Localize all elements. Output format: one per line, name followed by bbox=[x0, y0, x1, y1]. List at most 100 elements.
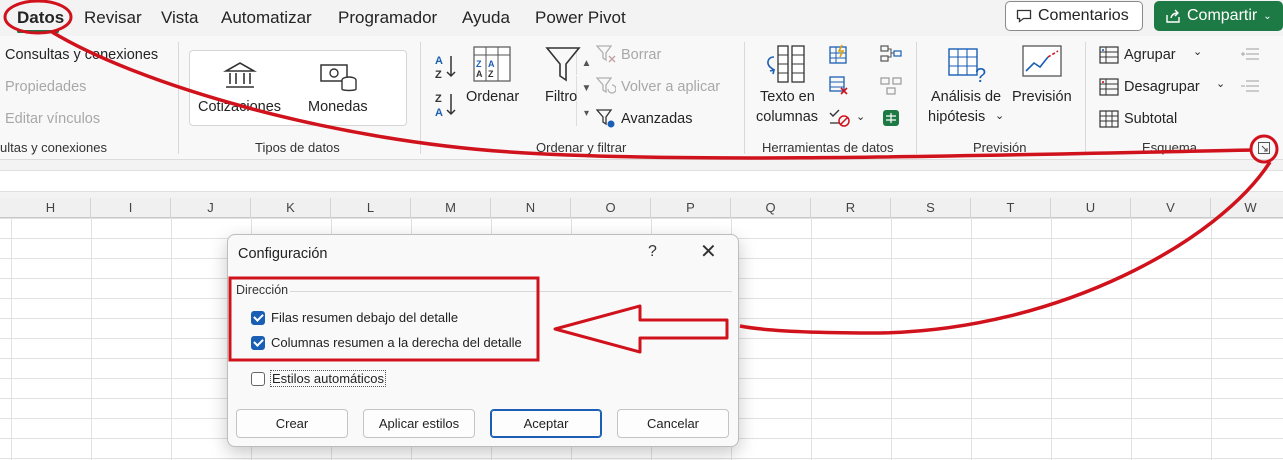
properties-button[interactable]: Propiedades bbox=[5, 79, 86, 95]
column-header[interactable]: W bbox=[1211, 198, 1283, 218]
share-button[interactable]: Compartir ⌄ bbox=[1154, 1, 1283, 31]
column-header[interactable]: R bbox=[811, 198, 891, 218]
reapply-icon bbox=[596, 77, 616, 94]
relationships-icon[interactable] bbox=[880, 77, 902, 95]
column-header[interactable]: S bbox=[891, 198, 971, 218]
comments-button[interactable]: Comentarios bbox=[1005, 1, 1143, 31]
svg-text:?: ? bbox=[975, 65, 986, 84]
show-detail-icon[interactable] bbox=[1240, 47, 1260, 61]
direction-section-label: Dirección bbox=[236, 283, 289, 297]
tab-vista[interactable]: Vista bbox=[161, 8, 199, 28]
what-if-line1[interactable]: Análisis de bbox=[931, 89, 1001, 105]
column-header[interactable]: P bbox=[651, 198, 731, 218]
svg-text:A: A bbox=[476, 69, 483, 79]
remove-duplicates-icon[interactable] bbox=[829, 76, 849, 96]
data-model-icon[interactable] bbox=[880, 108, 902, 128]
tab-power-pivot[interactable]: Power Pivot bbox=[535, 8, 626, 28]
close-icon[interactable]: ✕ bbox=[700, 242, 717, 262]
column-header[interactable]: N bbox=[491, 198, 571, 218]
gallery-more-icon[interactable]: ▾ bbox=[576, 101, 596, 126]
what-if-analysis-icon: ? bbox=[948, 48, 986, 84]
sort-a-z-icon[interactable]: A Z bbox=[434, 53, 458, 81]
column-header[interactable]: M bbox=[411, 198, 491, 218]
clear-button[interactable]: Borrar bbox=[621, 47, 661, 63]
group-separator bbox=[744, 42, 745, 154]
checkbox-checked-icon[interactable] bbox=[251, 310, 265, 325]
group-label-forecast: Previsión bbox=[973, 140, 1027, 155]
forecast-button[interactable]: Previsión bbox=[1012, 89, 1072, 105]
group-icon bbox=[1099, 46, 1119, 64]
data-validation-icon[interactable] bbox=[829, 108, 851, 128]
group-label-queries: ultas y conexiones bbox=[0, 140, 107, 155]
column-header[interactable]: Q bbox=[731, 198, 811, 218]
outline-dialog-launcher-icon[interactable] bbox=[1258, 142, 1270, 154]
checkbox-label: Filas resumen debajo del detalle bbox=[271, 310, 459, 325]
summary-rows-below-checkbox[interactable]: Filas resumen debajo del detalle bbox=[251, 310, 458, 325]
summary-columns-right-checkbox[interactable]: Columnas resumen a la derecha del detall… bbox=[251, 335, 522, 350]
sort-button[interactable]: Ordenar bbox=[466, 89, 519, 105]
filter-icon bbox=[545, 47, 581, 82]
apply-styles-button[interactable]: Aplicar estilos bbox=[363, 409, 475, 438]
automatic-styles-checkbox[interactable]: Estilos automáticos bbox=[251, 370, 386, 387]
sort-z-a-icon[interactable]: Z A bbox=[434, 91, 458, 119]
checkbox-checked-icon[interactable] bbox=[251, 335, 265, 350]
flash-fill-icon[interactable] bbox=[829, 44, 849, 64]
hide-detail-icon[interactable] bbox=[1240, 79, 1260, 93]
group-separator bbox=[916, 42, 917, 154]
chevron-down-icon[interactable]: ⌄ bbox=[995, 109, 1004, 122]
column-header[interactable]: L bbox=[331, 198, 411, 218]
stocks-button[interactable]: Cotizaciones bbox=[198, 99, 281, 115]
group-separator bbox=[420, 42, 421, 154]
column-header[interactable]: O bbox=[571, 198, 651, 218]
column-header[interactable]: K bbox=[251, 198, 331, 218]
subtotal-icon bbox=[1099, 110, 1119, 128]
chevron-down-icon[interactable]: ⌄ bbox=[1193, 45, 1202, 58]
column-header[interactable]: J bbox=[171, 198, 251, 218]
what-if-line2[interactable]: hipótesis bbox=[928, 109, 985, 125]
filter-button[interactable]: Filtro bbox=[545, 89, 577, 105]
tab-datos[interactable]: Datos bbox=[17, 8, 64, 28]
sort-dialog-icon: Z A A Z bbox=[473, 46, 511, 82]
create-button[interactable]: Crear bbox=[236, 409, 348, 438]
cancel-button[interactable]: Cancelar bbox=[617, 409, 729, 438]
active-tab-indicator bbox=[17, 30, 59, 33]
column-header[interactable]: U bbox=[1051, 198, 1131, 218]
tab-automatizar[interactable]: Automatizar bbox=[221, 8, 312, 28]
currencies-button[interactable]: Monedas bbox=[308, 99, 368, 115]
checkbox-label: Columnas resumen a la derecha del detall… bbox=[271, 335, 522, 350]
edit-links-button[interactable]: Editar vínculos bbox=[5, 111, 100, 127]
group-separator bbox=[178, 42, 179, 154]
subtotal-button[interactable]: Subtotal bbox=[1124, 111, 1177, 127]
column-header[interactable]: V bbox=[1131, 198, 1211, 218]
advanced-button[interactable]: Avanzadas bbox=[621, 111, 692, 127]
reapply-button[interactable]: Volver a aplicar bbox=[621, 79, 720, 95]
svg-text:A: A bbox=[435, 107, 443, 119]
chevron-down-icon: ⌄ bbox=[1263, 10, 1272, 22]
svg-text:A: A bbox=[488, 59, 495, 69]
tab-programador[interactable]: Programador bbox=[338, 8, 437, 28]
ungroup-button[interactable]: Desagrupar bbox=[1124, 79, 1200, 95]
svg-text:Z: Z bbox=[435, 69, 442, 81]
help-icon[interactable]: ? bbox=[648, 243, 662, 261]
queries-connections-button[interactable]: Consultas y conexiones bbox=[5, 47, 158, 63]
comment-icon bbox=[1016, 9, 1032, 23]
column-header[interactable]: I bbox=[91, 198, 171, 218]
group-button[interactable]: Agrupar bbox=[1124, 47, 1176, 63]
forecast-sheet-icon bbox=[1022, 45, 1062, 77]
tab-revisar[interactable]: Revisar bbox=[84, 8, 142, 28]
bank-icon bbox=[223, 62, 257, 88]
column-header[interactable]: T bbox=[971, 198, 1051, 218]
ribbon-tabs: Datos Revisar Vista Automatizar Programa… bbox=[0, 0, 1283, 36]
text-to-columns-line1[interactable]: Texto en bbox=[760, 89, 815, 105]
tab-ayuda[interactable]: Ayuda bbox=[462, 8, 510, 28]
checkbox-unchecked-icon[interactable] bbox=[251, 371, 265, 386]
chevron-down-icon[interactable]: ⌄ bbox=[856, 110, 865, 123]
ungroup-icon bbox=[1099, 78, 1119, 96]
text-to-columns-line2[interactable]: columnas bbox=[756, 109, 818, 125]
column-header[interactable]: H bbox=[11, 198, 91, 218]
consolidate-icon[interactable] bbox=[880, 45, 902, 63]
chevron-down-icon[interactable]: ⌄ bbox=[1216, 77, 1225, 90]
outline-settings-dialog: Configuración ? ✕ Dirección Filas resume… bbox=[227, 234, 739, 447]
formula-bar[interactable] bbox=[0, 170, 1283, 192]
ok-button[interactable]: Aceptar bbox=[490, 409, 602, 438]
